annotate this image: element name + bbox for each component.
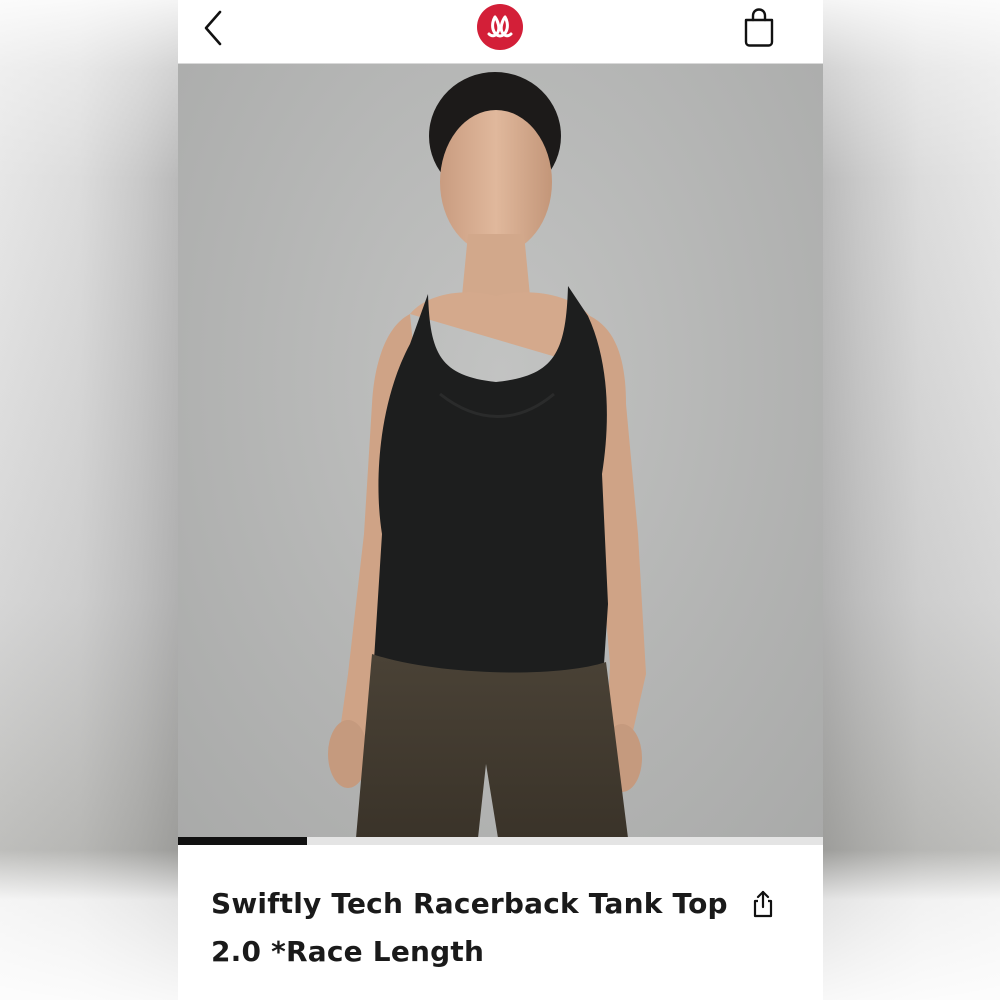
product-title: Swiftly Tech Racerback Tank Top 2.0 *Rac…	[211, 880, 731, 976]
model-photo-illustration	[328, 72, 646, 838]
shopping-bag-icon	[744, 8, 774, 47]
share-icon	[753, 890, 773, 918]
product-screen: Swiftly Tech Racerback Tank Top 2.0 *Rac…	[178, 0, 823, 1000]
gallery-progress	[178, 837, 823, 845]
back-button[interactable]	[200, 8, 232, 48]
lululemon-logo-icon[interactable]	[476, 3, 524, 51]
chevron-left-icon	[204, 10, 222, 46]
share-button[interactable]	[750, 889, 776, 919]
product-image[interactable]	[178, 64, 823, 838]
shopping-bag-button[interactable]	[741, 6, 777, 48]
product-title-line2: 2.0 *Race Length	[211, 935, 485, 968]
top-bar	[178, 0, 823, 64]
product-title-line1: Swiftly Tech Racerback Tank Top	[211, 887, 728, 920]
gallery-progress-fill	[178, 837, 307, 845]
